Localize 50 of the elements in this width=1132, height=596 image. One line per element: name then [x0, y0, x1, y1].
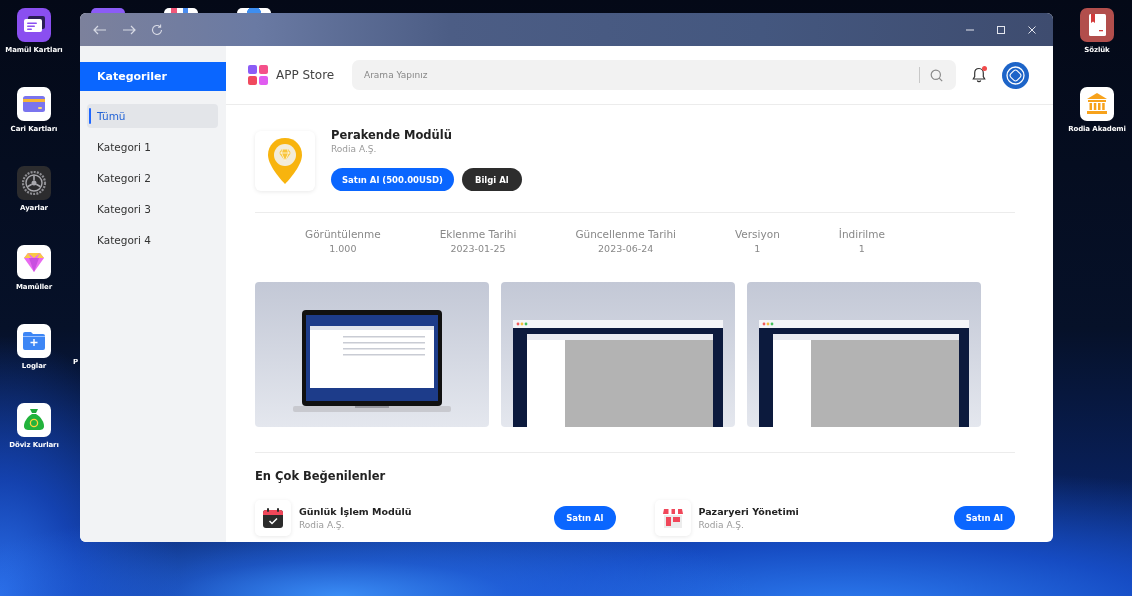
publisher-name: Rodia A.Ş.: [331, 143, 378, 155]
publisher-name: Rodia A.Ş.: [698, 518, 745, 531]
app-icon[interactable]: [164, 8, 198, 13]
category-item[interactable]: Kategori 4: [87, 228, 218, 252]
reload-icon[interactable]: [151, 23, 163, 36]
section-title: En Çok Beğenilenler: [255, 469, 386, 483]
gear-icon[interactable]: [17, 166, 51, 200]
stat-value: 2023-06-24: [598, 242, 654, 256]
search-icon[interactable]: [930, 69, 943, 82]
publisher-name: Rodia A.Ş.: [299, 518, 346, 531]
stat-label: Versiyon: [734, 227, 780, 241]
stat-value: 1: [858, 242, 865, 256]
back-arrow-icon[interactable]: [93, 24, 107, 35]
stat-value: 2023-01-25: [450, 242, 506, 256]
map-pin-icon: [255, 131, 315, 191]
category-item[interactable]: Kategori 2: [87, 166, 218, 190]
app-icon[interactable]: [237, 8, 271, 13]
folder-plus-icon[interactable]: [17, 324, 51, 358]
stat-label: Güncellenme Tarihi: [575, 227, 676, 241]
close-icon[interactable]: [1027, 24, 1037, 35]
profile-avatar-icon[interactable]: [1002, 61, 1029, 89]
stat-value: 1.000: [329, 242, 357, 256]
money-bag-icon[interactable]: [17, 403, 51, 437]
document-card-icon[interactable]: [17, 8, 51, 42]
info-button[interactable]: Bilgi Al: [461, 168, 522, 191]
sidebar-title: Kategoriler: [80, 62, 226, 91]
search-field[interactable]: Arama Yapınız: [352, 60, 956, 90]
buy-button[interactable]: Satın Al: [953, 506, 1015, 530]
stat-label: Eklenme Tarihi: [439, 227, 517, 241]
stat-value: 1: [754, 242, 761, 256]
calendar-check-icon: [255, 500, 291, 536]
bank-building-icon[interactable]: [1080, 87, 1114, 121]
buy-button[interactable]: Satın Al (500.00USD): [331, 168, 454, 191]
forward-arrow-icon[interactable]: [122, 24, 136, 35]
buy-button[interactable]: Satın Al: [554, 506, 616, 530]
app-name: Günlük İşlem Modülü: [299, 505, 413, 518]
stat-label: İndirilme: [838, 227, 885, 241]
app-grid-logo-icon: [248, 65, 268, 85]
category-item[interactable]: Kategori 1: [87, 135, 218, 159]
app-title: Perakende Modülü: [331, 128, 453, 142]
app-name: Pazaryeri Yönetimi: [698, 505, 800, 518]
bell-icon[interactable]: [972, 67, 986, 83]
maximize-icon[interactable]: [996, 24, 1006, 35]
brand-name: APP Store: [276, 68, 335, 82]
category-item[interactable]: Tümü: [87, 104, 218, 128]
credit-card-icon[interactable]: [17, 87, 51, 121]
stat-label: Görüntülenme: [305, 227, 381, 241]
category-item[interactable]: Kategori 3: [87, 197, 218, 221]
book-icon[interactable]: [1080, 8, 1114, 42]
storefront-icon: [654, 500, 691, 536]
